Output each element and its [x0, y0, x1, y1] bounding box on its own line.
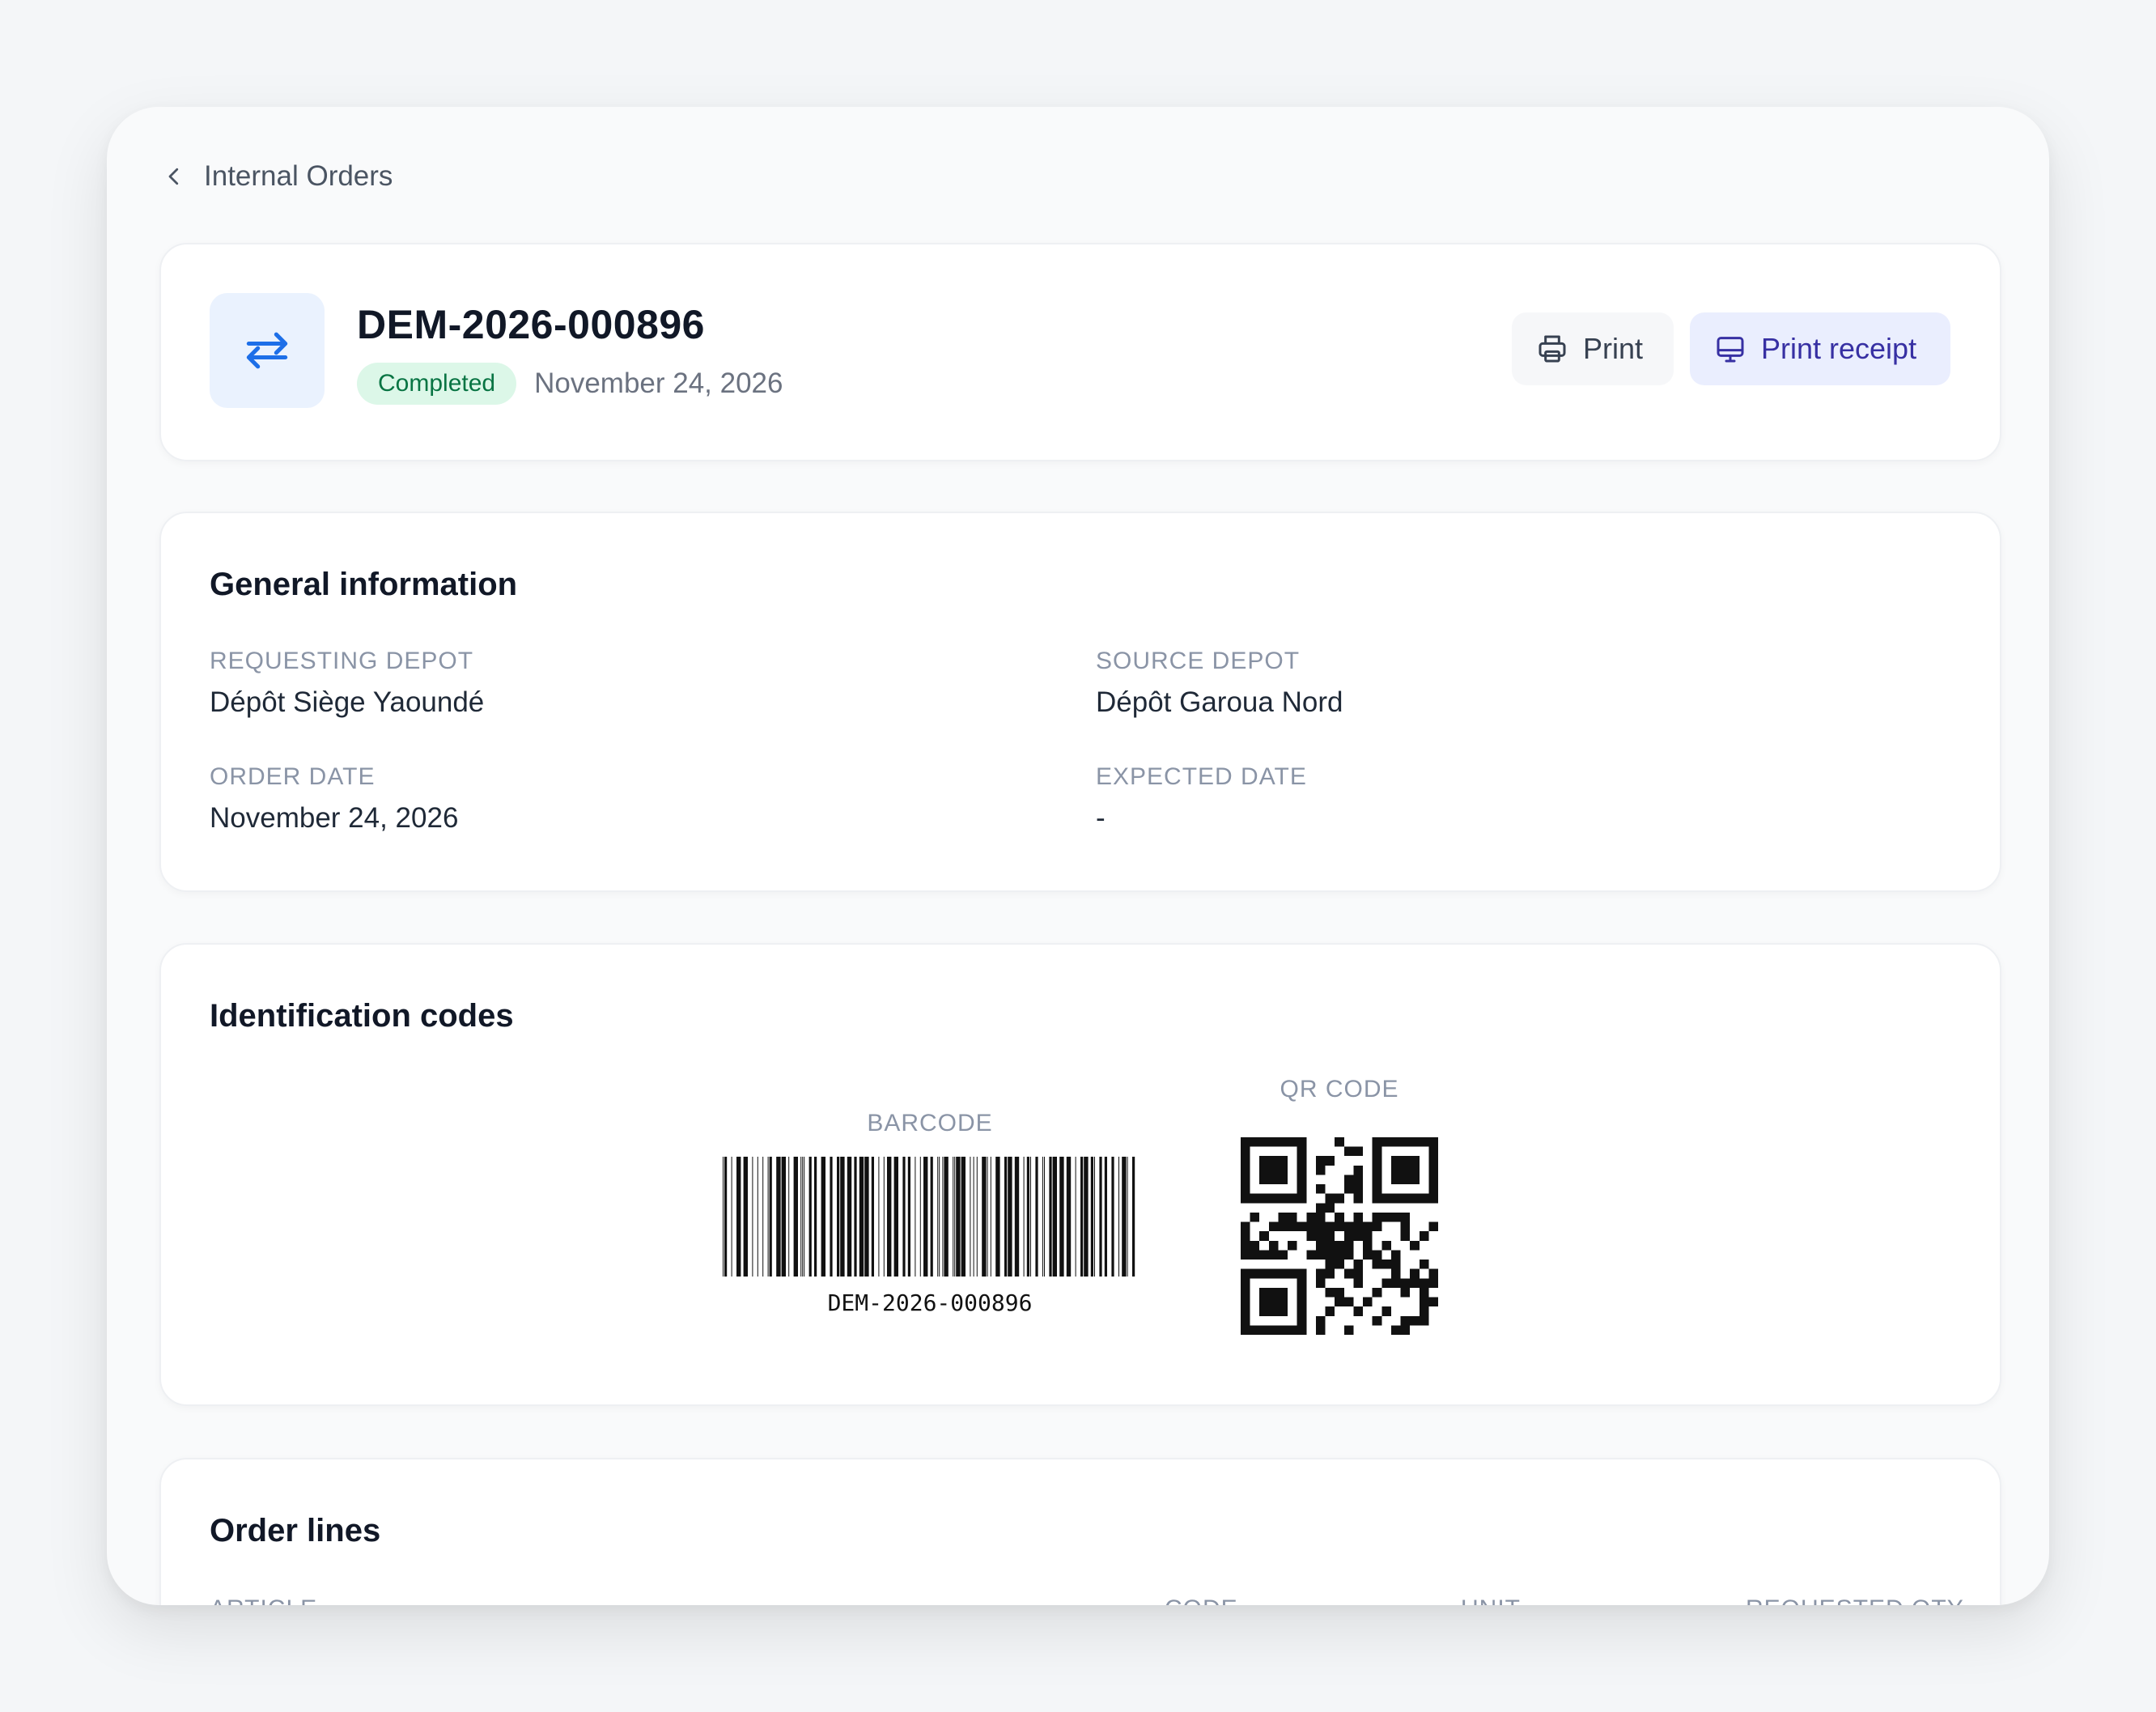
back-link-label: Internal Orders — [204, 160, 393, 192]
chevron-left-icon — [168, 168, 179, 185]
status-badge: Completed — [357, 363, 517, 405]
order-header-card: DEM-2026-000896 Completed November 24, 2… — [159, 243, 2001, 461]
print-button-label: Print — [1583, 332, 1644, 365]
column-header-code: CODE — [1165, 1595, 1238, 1605]
order-meta: Completed November 24, 2026 — [357, 363, 783, 405]
section-title: Identification codes — [210, 998, 514, 1034]
monitor-icon — [1717, 337, 1744, 363]
order-date-field: ORDER DATE November 24, 2026 — [210, 763, 458, 835]
general-information-card: General information REQUESTING DEPOT Dép… — [159, 512, 2001, 892]
field-value: - — [1096, 802, 1106, 834]
field-value: Dépôt Garoua Nord — [1096, 686, 1343, 718]
field-label: SOURCE DEPOT — [1096, 648, 1301, 674]
qr-code-image — [1241, 1137, 1438, 1335]
qr-code-label: QR CODE — [1280, 1076, 1399, 1102]
barcode-text: DEM-2026-000896 — [828, 1289, 1033, 1316]
field-value: November 24, 2026 — [210, 802, 459, 834]
requesting-depot-field: REQUESTING DEPOT Dépôt Siège Yaoundé — [210, 648, 484, 719]
field-label: ORDER DATE — [210, 763, 376, 790]
print-receipt-button-label: Print receipt — [1761, 332, 1917, 365]
app-window: Internal Orders DEM-2026-000896 Complete… — [107, 107, 2049, 1605]
source-depot-field: SOURCE DEPOT Dépôt Garoua Nord — [1096, 648, 1343, 719]
field-label: REQUESTING DEPOT — [210, 648, 474, 674]
column-header-requested-qty: REQUESTED QTY — [1746, 1595, 1964, 1605]
barcode-label: BARCODE — [867, 1110, 993, 1136]
barcode-image: DEM-2026-000896 — [723, 1157, 1135, 1316]
order-lines-card: Order lines ARTICLE CODE UNIT REQUESTED … — [159, 1458, 2001, 1605]
expected-date-field: EXPECTED DATE - — [1096, 763, 1307, 835]
field-value: Dépôt Siège Yaoundé — [210, 686, 485, 718]
order-date: November 24, 2026 — [534, 367, 783, 399]
order-number: DEM-2026-000896 — [357, 302, 705, 347]
column-header-article: ARTICLE — [210, 1595, 317, 1605]
print-button[interactable]: Print — [1512, 312, 1674, 385]
order-icon-tile — [210, 293, 325, 408]
back-link[interactable]: Internal Orders — [162, 152, 393, 201]
identification-codes-card: Identification codes BARCODE DEM-2026-00… — [159, 943, 2001, 1406]
column-header-unit: UNIT — [1461, 1595, 1521, 1605]
section-title: General information — [210, 567, 518, 602]
section-title: Order lines — [210, 1513, 381, 1548]
field-label: EXPECTED DATE — [1096, 763, 1307, 790]
transfer-arrows-icon — [246, 332, 288, 369]
printer-icon — [1538, 335, 1566, 363]
print-receipt-button[interactable]: Print receipt — [1690, 312, 1950, 385]
